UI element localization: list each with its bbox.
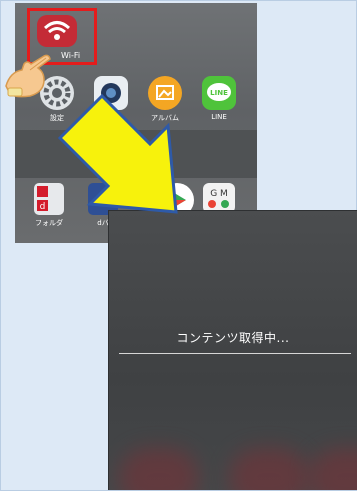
direction-arrow-icon <box>57 93 178 214</box>
tutorial-overlay <box>5 54 178 214</box>
tap-hand-icon <box>5 54 51 98</box>
